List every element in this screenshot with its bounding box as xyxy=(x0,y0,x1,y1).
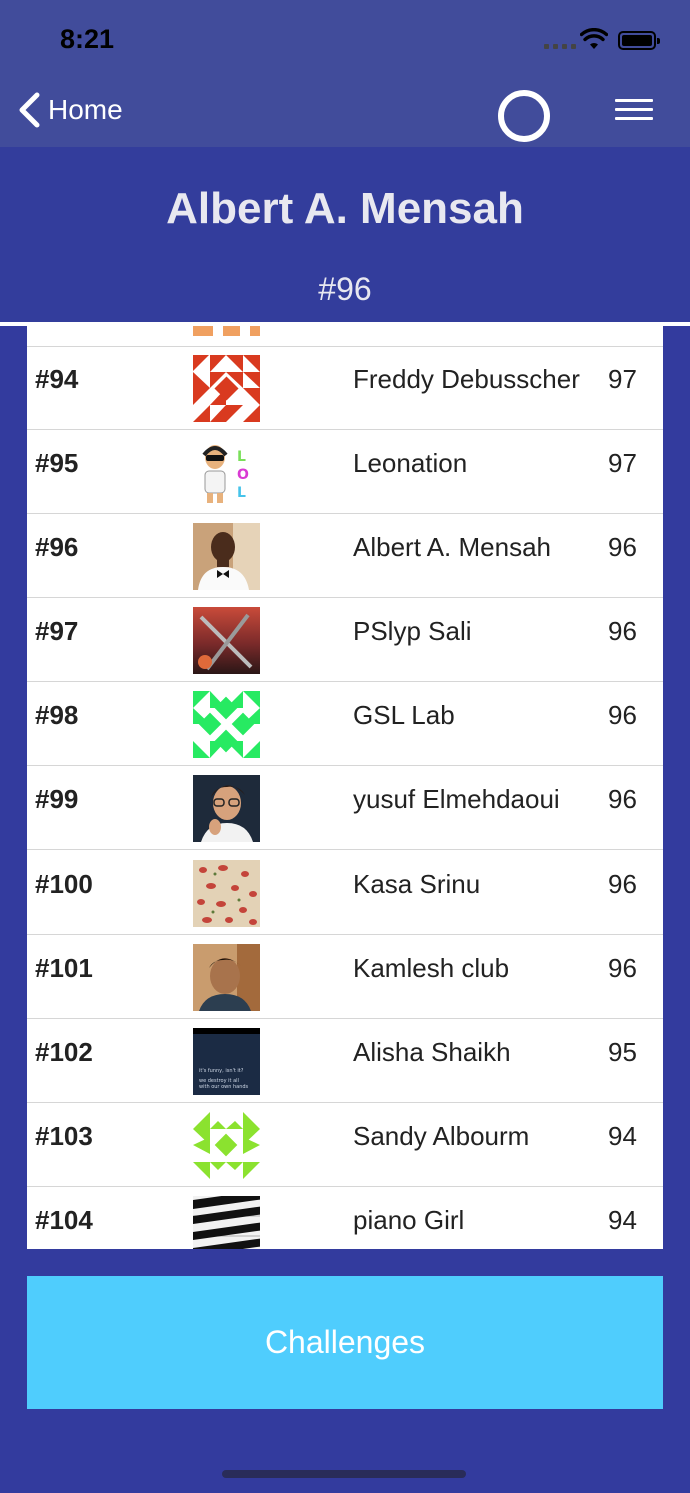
quote-line-3: with our own hands xyxy=(199,1084,249,1090)
avatar: L O L xyxy=(193,439,260,506)
list-item[interactable]: #99 yusuf Elmehdaoui 96 xyxy=(27,766,663,850)
player-score: 96 xyxy=(608,953,637,983)
list-item[interactable]: #97 PSlyp Sali 96 xyxy=(27,598,663,682)
battery-icon xyxy=(618,31,660,50)
challenges-button[interactable]: Challenges xyxy=(27,1276,663,1409)
player-score: 96 xyxy=(608,616,637,646)
rank-label: #98 xyxy=(35,700,79,730)
list-item[interactable]: #102 it's funny, isn't it? we destroy it… xyxy=(27,1019,663,1103)
list-item[interactable]: #101 Kamlesh club 96 xyxy=(27,935,663,1019)
hamburger-menu-icon[interactable] xyxy=(615,99,653,126)
svg-text:L: L xyxy=(237,485,246,501)
player-name: PSlyp Sali xyxy=(353,616,472,646)
status-time: 8:21 xyxy=(60,24,115,54)
player-score: 96 xyxy=(608,700,637,730)
rank-label: #95 xyxy=(35,448,79,478)
avatar xyxy=(193,326,260,336)
player-score: 96 xyxy=(608,784,637,814)
player-score: 95 xyxy=(608,1037,637,1067)
navigation-bar: 8:21 Home xyxy=(0,0,690,147)
rank-label: #103 xyxy=(35,1121,93,1151)
avatar xyxy=(193,355,260,422)
avatar xyxy=(193,944,260,1011)
player-score: 96 xyxy=(608,532,637,562)
player-name: yusuf Elmehdaoui xyxy=(353,784,560,814)
avatar xyxy=(193,691,260,758)
svg-text:O: O xyxy=(237,467,249,483)
svg-text:L: L xyxy=(237,449,246,465)
rank-label: #102 xyxy=(35,1037,93,1067)
avatar xyxy=(193,523,260,590)
player-score: 94 xyxy=(608,1121,637,1151)
avatar xyxy=(193,860,260,927)
list-item[interactable]: #95 L O L Leonation 97 xyxy=(27,430,663,514)
list-item[interactable]: #94 Freddy Debusscher 97 xyxy=(27,346,663,430)
profile-name: Albert A. Mensah xyxy=(166,184,524,233)
ring-loader-icon xyxy=(498,90,550,142)
player-name: Albert A. Mensah xyxy=(353,532,551,562)
player-name: Leonation xyxy=(353,448,468,478)
player-score: 94 xyxy=(608,1205,637,1235)
rank-label: #96 xyxy=(35,532,79,562)
wifi-icon xyxy=(579,27,609,55)
avatar: it's funny, isn't it? we destroy it all … xyxy=(193,1028,260,1095)
avatar xyxy=(193,1196,260,1249)
player-score: 96 xyxy=(608,869,637,899)
back-label: Home xyxy=(48,94,123,125)
player-name: Alisha Shaikh xyxy=(353,1037,511,1067)
player-name: GSL Lab xyxy=(353,700,455,730)
rank-label: #99 xyxy=(35,784,79,814)
list-item[interactable]: #96 Albert A. Mensah 96 xyxy=(27,514,663,598)
list-item[interactable]: #98 GSL Lab 96 xyxy=(27,682,663,766)
player-name: Freddy Debusscher xyxy=(353,364,580,394)
rank-label: #97 xyxy=(35,616,79,646)
player-name: Kamlesh club xyxy=(353,953,510,983)
list-item-partial xyxy=(27,326,663,347)
list-item[interactable]: #103 Sandy Albourm 94 xyxy=(27,1103,663,1187)
list-item[interactable]: #104 piano Girl 94 xyxy=(27,1187,663,1249)
cellular-signal-icon xyxy=(544,44,576,49)
back-button[interactable]: Home xyxy=(18,90,123,130)
profile-header: Albert A. Mensah #96 xyxy=(0,147,690,323)
player-name: piano Girl xyxy=(353,1205,465,1235)
avatar xyxy=(193,775,260,842)
player-name: Kasa Srinu xyxy=(353,869,481,899)
avatar xyxy=(193,607,260,674)
rank-label: #104 xyxy=(35,1205,93,1235)
rank-label: #101 xyxy=(35,953,93,983)
profile-rank: #96 xyxy=(318,271,372,307)
rank-label: #94 xyxy=(35,364,79,394)
list-item[interactable]: #100 Kasa Srinu 96 xyxy=(27,851,663,935)
leaderboard-list[interactable]: #94 Freddy Debusscher 97 #95 L O L Leona… xyxy=(27,326,663,1249)
chevron-left-icon xyxy=(19,92,40,128)
player-name: Sandy Albourm xyxy=(353,1121,530,1151)
rank-label: #100 xyxy=(35,869,93,899)
avatar xyxy=(193,1112,260,1179)
player-score: 97 xyxy=(608,448,637,478)
quote-line-1: it's funny, isn't it? xyxy=(199,1068,244,1074)
home-indicator xyxy=(222,1470,466,1478)
player-score: 97 xyxy=(608,364,637,394)
